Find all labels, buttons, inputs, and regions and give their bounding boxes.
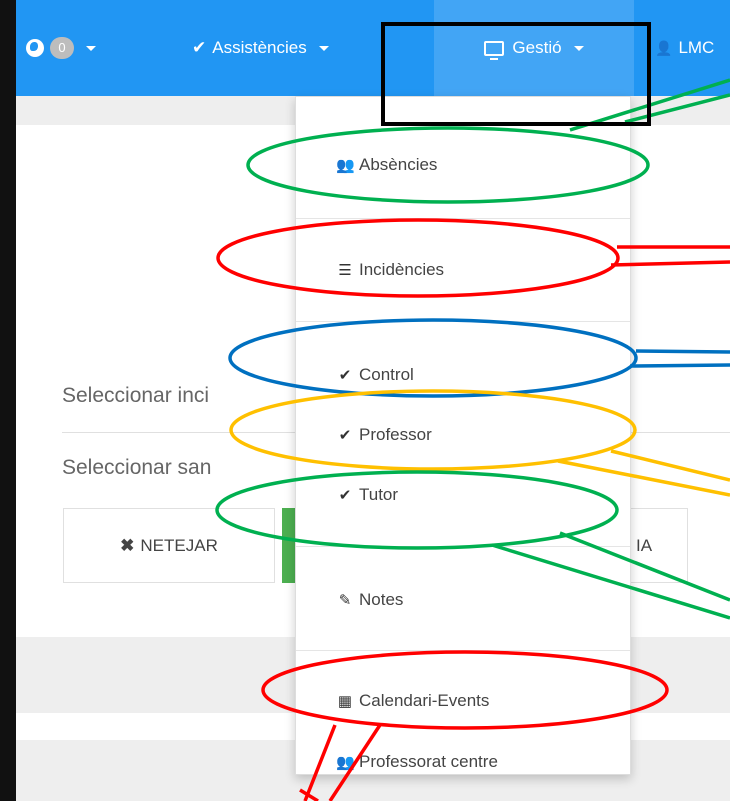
menu-item-professorat-centre[interactable]: 👥 Professorat centre xyxy=(336,752,498,772)
green-button[interactable] xyxy=(282,508,296,583)
menu-separator xyxy=(296,546,630,547)
nav-assistencies-label: Assistències xyxy=(212,38,307,57)
user-icon: 👤 xyxy=(655,39,673,56)
menu-item-incidencies[interactable]: ☰ Incidències xyxy=(336,260,444,280)
menu-item-label: Incidències xyxy=(359,260,445,279)
edit-icon: ✎ xyxy=(338,592,352,609)
grid-icon: ▦ xyxy=(337,693,353,710)
right-button-label: IA xyxy=(636,535,653,555)
nav-assistencies[interactable]: ✔ Assistències xyxy=(192,0,329,96)
list-icon: ☰ xyxy=(338,262,352,279)
check-icon: ✔ xyxy=(338,367,352,384)
notifications-menu[interactable]: 0 xyxy=(26,0,96,96)
menu-separator xyxy=(296,218,630,219)
menu-separator xyxy=(296,650,630,651)
select-sanction-label[interactable]: Seleccionar san xyxy=(62,456,211,480)
menu-item-label: Notes xyxy=(359,590,404,609)
clear-button-label: NETEJAR xyxy=(140,535,218,555)
check-icon: ✔ xyxy=(338,487,352,504)
caret-down-icon xyxy=(318,45,329,51)
menu-item-notes[interactable]: ✎ Notes xyxy=(336,590,404,610)
menu-separator xyxy=(296,321,630,322)
check-icon: ✔ xyxy=(338,427,352,444)
left-border xyxy=(0,0,16,801)
globe-icon xyxy=(26,39,44,57)
highlight-box xyxy=(381,22,651,126)
close-icon: ✖ xyxy=(120,535,135,555)
nav-user[interactable]: 👤 LMC xyxy=(655,0,714,96)
group-icon: 👥 xyxy=(336,754,355,771)
menu-item-tutor[interactable]: ✔ Tutor xyxy=(336,485,398,505)
users-icon: 👥 xyxy=(336,157,355,174)
menu-item-professor[interactable]: ✔ Professor xyxy=(336,425,432,445)
menu-item-label: Professorat centre xyxy=(359,752,498,771)
nav-user-label: LMC xyxy=(678,38,715,57)
menu-item-label: Tutor xyxy=(359,485,399,504)
notification-badge: 0 xyxy=(50,37,74,59)
select-incidence-label[interactable]: Seleccionar inci xyxy=(62,384,209,408)
check-icon: ✔ xyxy=(192,38,207,57)
menu-item-label: Absències xyxy=(359,155,438,174)
menu-item-label: Professor xyxy=(359,425,432,444)
caret-down-icon xyxy=(86,45,96,51)
gestio-dropdown-menu: 👥 Absències ☰ Incidències ✔ Control ✔ Pr… xyxy=(295,96,631,775)
menu-item-label: Control xyxy=(359,365,414,384)
menu-item-calendari-events[interactable]: ▦ Calendari-Events xyxy=(336,691,490,711)
menu-item-absencies[interactable]: 👥 Absències xyxy=(336,155,437,175)
clear-button[interactable]: ✖ NETEJAR xyxy=(63,508,275,583)
menu-item-control[interactable]: ✔ Control xyxy=(336,365,414,385)
menu-item-label: Calendari-Events xyxy=(359,691,490,710)
